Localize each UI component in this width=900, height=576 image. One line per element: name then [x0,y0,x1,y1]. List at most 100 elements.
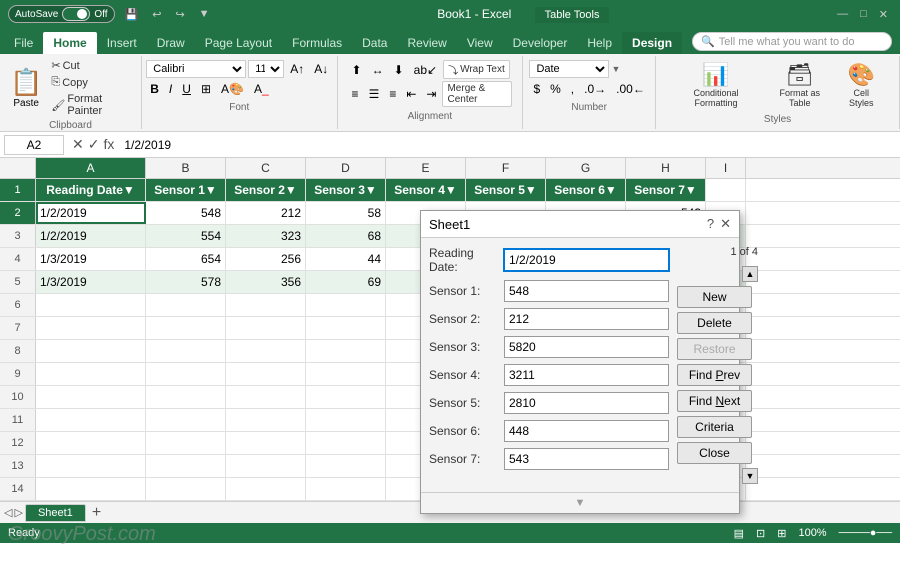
zoom-slider[interactable]: ────●── [839,527,892,540]
close-dialog-button[interactable]: Close [677,442,752,464]
col-header-a[interactable]: A [36,158,146,178]
cell-c5[interactable]: 356 [226,271,306,293]
confirm-formula-icon[interactable]: ✓ [88,136,100,153]
scroll-sheet-left[interactable]: ◁ [4,506,12,519]
col-header-h[interactable]: H [626,158,706,178]
decrease-indent-button[interactable]: ⇤ [402,85,420,103]
tab-help[interactable]: Help [577,32,622,54]
ribbon-search[interactable]: 🔍 Tell me what you want to do [692,32,892,51]
cell-e1[interactable]: Sensor 4▼ [386,179,466,201]
view-layout-icon[interactable]: ⊡ [756,527,765,540]
align-left-button[interactable]: ≡ [348,85,363,103]
tab-view[interactable]: View [457,32,503,54]
close-btn[interactable]: ✕ [875,6,892,23]
tab-file[interactable]: File [4,32,43,54]
find-next-button[interactable]: Find Next [677,390,752,412]
font-grow-button[interactable]: A↑ [286,60,308,78]
increase-decimal-button[interactable]: .00← [612,80,649,98]
col-header-f[interactable]: F [466,158,546,178]
cell-a4[interactable]: 1/3/2019 [36,248,146,270]
cell-b1[interactable]: Sensor 1▼ [146,179,226,201]
dialog-input-sensor1[interactable] [504,280,669,302]
delete-button[interactable]: Delete [677,312,752,334]
scroll-down-button[interactable]: ▼ [742,468,758,484]
new-button[interactable]: New [677,286,752,308]
bold-button[interactable]: B [146,80,163,98]
tab-developer[interactable]: Developer [503,32,578,54]
restore-button[interactable]: Restore [677,338,752,360]
view-page-break-icon[interactable]: ⊞ [777,527,786,540]
cut-button[interactable]: ✂ Cut [48,58,135,73]
underline-button[interactable]: U [178,80,195,98]
cell-styles-button[interactable]: 🎨 Cell Styles [838,60,885,110]
font-color-button[interactable]: A_ [250,80,273,98]
cell-h1[interactable]: Sensor 7▼ [626,179,706,201]
number-format-select[interactable]: Date [529,60,609,78]
cell-a3[interactable]: 1/2/2019 [36,225,146,247]
view-normal-icon[interactable]: ▤ [734,527,744,540]
comma-button[interactable]: , [567,80,578,98]
cell-d2[interactable]: 58 [306,202,386,224]
dialog-close-btn[interactable]: ✕ [720,216,731,232]
find-prev-button[interactable]: Find Prev [677,364,752,386]
sheet-tab-sheet1[interactable]: Sheet1 [25,504,86,522]
formula-input[interactable] [122,136,896,154]
col-header-c[interactable]: C [226,158,306,178]
scroll-sheet-right[interactable]: ▷ [14,506,22,519]
col-header-i[interactable]: I [706,158,746,178]
copy-button[interactable]: ⎘ Copy [48,75,135,90]
align-top-button[interactable]: ⬆ [348,61,366,79]
cell-d5[interactable]: 69 [306,271,386,293]
dialog-input-sensor4[interactable] [504,364,669,386]
cell-b4[interactable]: 654 [146,248,226,270]
cell-b5[interactable]: 578 [146,271,226,293]
cell-c1[interactable]: Sensor 2▼ [226,179,306,201]
cell-b3[interactable]: 554 [146,225,226,247]
cell-name-box[interactable] [4,135,64,155]
merge-center-button[interactable]: Merge & Center [442,81,512,107]
format-as-table-button[interactable]: 🗃 Format as Table [766,60,834,110]
decrease-decimal-button[interactable]: .0→ [580,80,610,98]
dialog-input-sensor2[interactable] [504,308,669,330]
tab-design[interactable]: Design [622,32,682,54]
minimize-btn[interactable]: — [833,6,852,22]
dialog-help-btn[interactable]: ? [707,216,714,232]
undo-icon[interactable]: ↩ [148,6,165,23]
paste-button[interactable]: 📋 Paste [6,65,46,111]
cell-a2[interactable]: 1/2/2019 [36,202,146,224]
cell-d3[interactable]: 68 [306,225,386,247]
cell-c4[interactable]: 256 [226,248,306,270]
tab-home[interactable]: Home [43,32,96,54]
criteria-button[interactable]: Criteria [677,416,752,438]
dialog-input-sensor7[interactable] [504,448,669,470]
text-direction-button[interactable]: ab↙ [410,61,441,79]
cell-c3[interactable]: 323 [226,225,306,247]
fill-color-button[interactable]: A🎨 [217,80,248,98]
redo-icon[interactable]: ↪ [171,6,188,23]
cell-b2[interactable]: 548 [146,202,226,224]
conditional-formatting-button[interactable]: 📊 Conditional Formatting [670,60,762,110]
font-name-select[interactable]: Calibri [146,60,246,78]
tab-page-layout[interactable]: Page Layout [195,32,282,54]
cell-i1[interactable] [706,179,746,201]
tab-draw[interactable]: Draw [147,32,195,54]
format-painter-button[interactable]: 🖌 Format Painter [48,92,135,118]
border-button[interactable]: ⊞ [197,80,215,98]
cell-f1[interactable]: Sensor 5▼ [466,179,546,201]
dialog-input-sensor3[interactable] [504,336,669,358]
tab-formulas[interactable]: Formulas [282,32,352,54]
col-header-d[interactable]: D [306,158,386,178]
percent-button[interactable]: % [546,80,565,98]
insert-function-icon[interactable]: fx [103,136,114,153]
cell-a5[interactable]: 1/3/2019 [36,271,146,293]
align-bottom-button[interactable]: ⬇ [390,61,408,79]
align-right-button[interactable]: ≡ [385,85,400,103]
tab-data[interactable]: Data [352,32,397,54]
dialog-input-sensor6[interactable] [504,420,669,442]
increase-indent-button[interactable]: ⇥ [422,85,440,103]
maximize-btn[interactable]: □ [856,6,871,22]
cell-a1[interactable]: Reading Date▼ [36,179,146,201]
currency-button[interactable]: $ [529,80,544,98]
dialog-input-reading-date[interactable] [504,249,669,271]
align-middle-button[interactable]: ↔ [368,61,388,79]
